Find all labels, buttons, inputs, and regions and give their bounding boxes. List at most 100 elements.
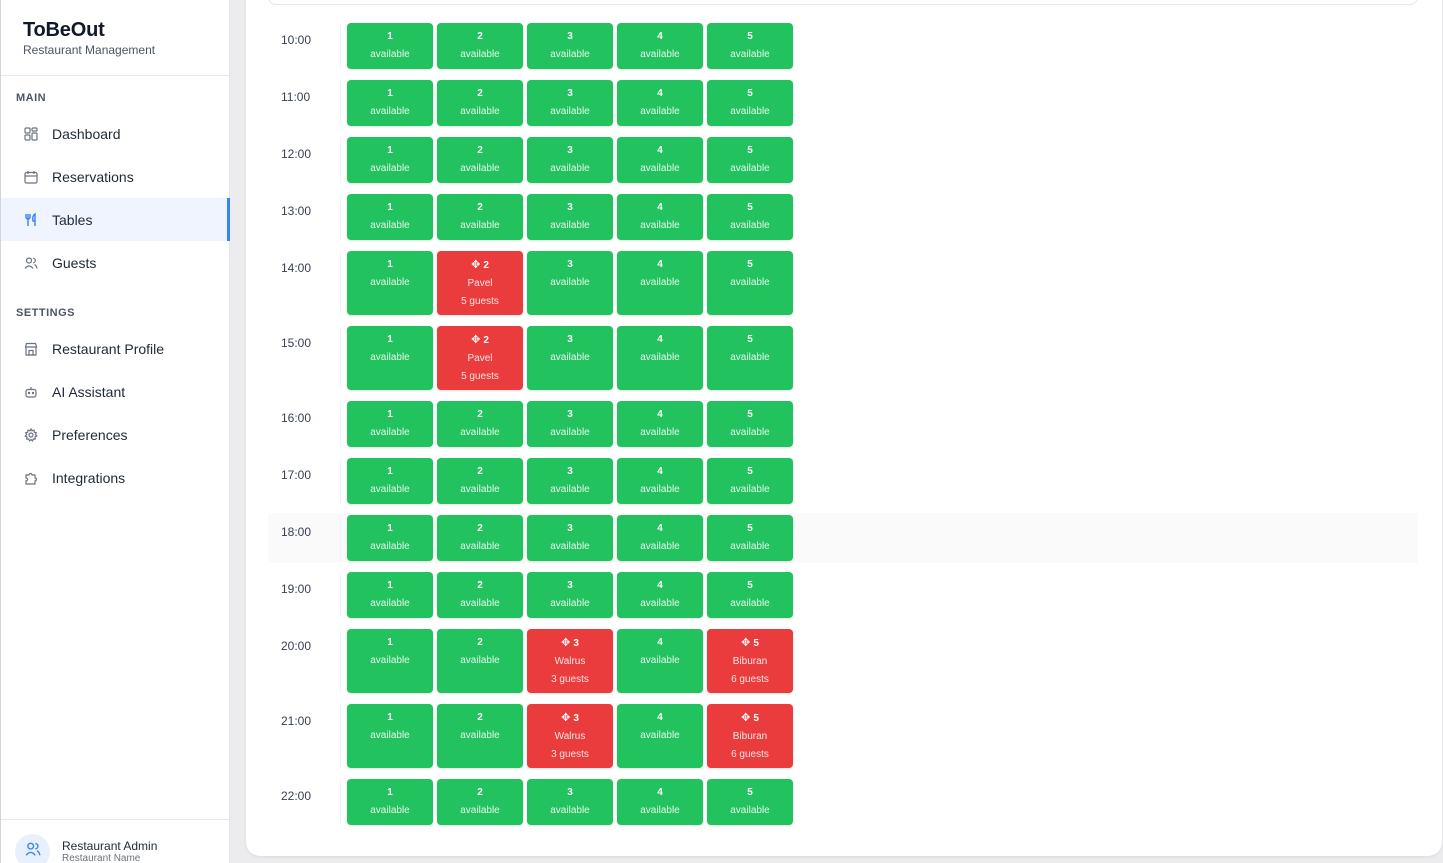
table-cell-available[interactable]: 5 available [707,572,793,618]
table-cell-booked[interactable]: ✥ 2 Pavel 5 guests [437,326,523,390]
table-number: 3 [567,145,573,156]
drag-move-icon[interactable]: ✥ [561,712,570,724]
drag-move-icon[interactable]: ✥ [741,712,750,724]
table-cell-available[interactable]: 1 available [347,401,433,447]
drag-move-icon[interactable]: ✥ [471,334,480,346]
sidebar-item-preferences[interactable]: Preferences [1,413,230,456]
table-cell-available[interactable]: 2 available [437,629,523,693]
table-cell-available[interactable]: 1 available [347,326,433,390]
table-cell-available[interactable]: 2 available [437,137,523,183]
table-cell-available[interactable]: 3 available [527,23,613,69]
table-cell-available[interactable]: 3 available [527,80,613,126]
table-cell-available[interactable]: 5 available [707,515,793,561]
table-cell-available[interactable]: 2 available [437,194,523,240]
table-cell-available[interactable]: 5 available [707,23,793,69]
table-cell-booked[interactable]: ✥ 2 Pavel 5 guests [437,251,523,315]
time-slot-row: 22:00 1 available 2 available 3 available 4 avai… [268,777,1418,827]
table-number: 1 [387,409,393,420]
table-cell-available[interactable]: 5 available [707,779,793,825]
status-label: available [370,352,410,363]
drag-move-icon[interactable]: ✥ [471,259,480,271]
table-cell-available[interactable]: 2 available [437,80,523,126]
table-cell-available[interactable]: 3 available [527,458,613,504]
table-cell-available[interactable]: 2 available [437,23,523,69]
table-cell-available[interactable]: 2 available [437,572,523,618]
table-cell-available[interactable]: 5 available [707,137,793,183]
table-cell-available[interactable]: 1 available [347,80,433,126]
sidebar-item-tables[interactable]: Tables [1,198,230,241]
table-cell-available[interactable]: 1 available [347,572,433,618]
table-cell-available[interactable]: 3 available [527,401,613,447]
table-number: 2 [477,88,483,99]
table-cell-available[interactable]: 3 available [527,194,613,240]
table-cell-available[interactable]: 4 available [617,401,703,447]
table-cell-available[interactable]: 4 available [617,458,703,504]
table-number: 5 [747,466,753,477]
sidebar-item-guests[interactable]: Guests [1,241,230,284]
table-cell-available[interactable]: 2 available [437,704,523,768]
table-cell-available[interactable]: 2 available [437,779,523,825]
table-cell-available[interactable]: 5 available [707,326,793,390]
table-cell-available[interactable]: 4 available [617,572,703,618]
sidebar-item-reservations[interactable]: Reservations [1,155,230,198]
table-cell-available[interactable]: 1 available [347,704,433,768]
table-cell-available[interactable]: 1 available [347,629,433,693]
table-cell-available[interactable]: 2 available [437,401,523,447]
status-label: available [550,49,590,60]
table-cell-available[interactable]: 3 available [527,779,613,825]
table-cell-available[interactable]: 4 available [617,23,703,69]
guest-count: 5 guests [461,371,499,382]
table-cell-available[interactable]: 4 available [617,704,703,768]
table-cell-available[interactable]: 1 available [347,251,433,315]
table-cell-available[interactable]: 2 available [437,458,523,504]
table-cell-available[interactable]: 1 available [347,779,433,825]
table-cell-booked[interactable]: ✥ 5 Biburan 6 guests [707,704,793,768]
table-cell-available[interactable]: 5 available [707,251,793,315]
user-profile[interactable]: Restaurant Admin Restaurant Name [1,819,230,863]
table-cell-available[interactable]: 4 available [617,251,703,315]
table-cell-booked[interactable]: ✥ 3 Walrus 3 guests [527,704,613,768]
guest-name: Biburan [732,656,768,667]
table-cell-available[interactable]: 1 available [347,515,433,561]
table-cell-available[interactable]: 1 available [347,458,433,504]
table-cell-available[interactable]: 5 available [707,458,793,504]
status-label: available [730,541,770,552]
table-number: 1 [387,31,393,42]
sidebar-item-ai-assistant[interactable]: AI Assistant [1,370,230,413]
table-cell-available[interactable]: 3 available [527,572,613,618]
status-label: available [370,163,410,174]
brand-subtitle: Restaurant Management [23,43,156,57]
table-number: 5 [747,88,753,99]
table-cell-available[interactable]: 4 available [617,629,703,693]
sidebar-item-dashboard[interactable]: Dashboard [1,112,230,155]
status-label: available [730,163,770,174]
table-cell-available[interactable]: 4 available [617,137,703,183]
sidebar-item-restaurant-profile[interactable]: Restaurant Profile [1,327,230,370]
table-cell-available[interactable]: 5 available [707,401,793,447]
table-cell-available[interactable]: 1 available [347,194,433,240]
sidebar-item-label: Tables [52,211,93,228]
table-cell-booked[interactable]: ✥ 3 Walrus 3 guests [527,629,613,693]
table-cell-available[interactable]: 4 available [617,80,703,126]
table-cell-booked[interactable]: ✥ 5 Biburan 6 guests [707,629,793,693]
table-cell-available[interactable]: 3 available [527,515,613,561]
table-cell-available[interactable]: 4 available [617,515,703,561]
status-label: available [550,220,590,231]
sidebar-item-integrations[interactable]: Integrations [1,456,230,499]
table-cell-available[interactable]: 3 available [527,326,613,390]
table-cell-available[interactable]: 5 available [707,80,793,126]
drag-move-icon[interactable]: ✥ [561,637,570,649]
table-cell-available[interactable]: 1 available [347,23,433,69]
time-label: 18:00 [281,525,312,539]
table-cell-available[interactable]: 1 available [347,137,433,183]
drag-move-icon[interactable]: ✥ [741,637,750,649]
table-cell-available[interactable]: 3 available [527,251,613,315]
table-cell-available[interactable]: 5 available [707,194,793,240]
table-cell-available[interactable]: 2 available [437,515,523,561]
table-cell-available[interactable]: 4 available [617,194,703,240]
table-cell-available[interactable]: 3 available [527,137,613,183]
table-number: 4 [657,466,663,477]
table-cell-available[interactable]: 4 available [617,779,703,825]
table-cell-available[interactable]: 4 available [617,326,703,390]
sidebar-item-label: Restaurant Profile [52,340,165,357]
